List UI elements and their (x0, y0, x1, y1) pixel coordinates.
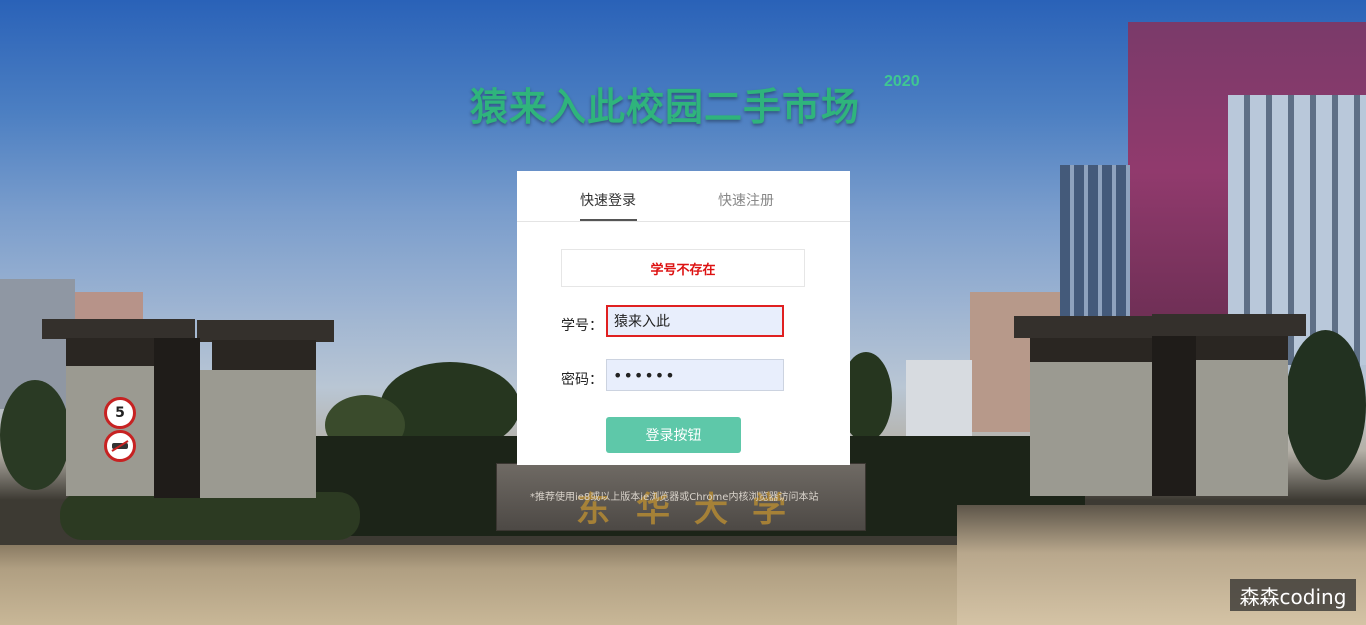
gate-pillar (1196, 360, 1288, 496)
error-message-text: 学号不存在 (650, 262, 716, 278)
tree (0, 380, 70, 490)
tree (1285, 330, 1366, 480)
browser-hint: *推荐使用ie8或以上版本ie浏览器或Chrome内核浏览器访问本站 (530, 492, 819, 503)
password-input[interactable]: •••••• (606, 359, 784, 391)
gate-pillar (66, 366, 154, 496)
gate-pillar (200, 370, 316, 498)
gate-pillar-window (66, 338, 154, 366)
gate-pillar-roof (1014, 316, 1156, 338)
site-year: 2020 (884, 73, 920, 90)
shrub-row (60, 492, 360, 540)
student-id-label: 学号： (561, 318, 603, 334)
watermark-text: 森森coding (1239, 584, 1347, 609)
gate-pillar-roof (1152, 314, 1306, 336)
tab-quick-register[interactable]: 快速注册 (718, 190, 774, 210)
gate-pillar-roof (197, 320, 334, 342)
error-message: 学号不存在 (561, 249, 805, 287)
no-entry-sign-icon (104, 430, 136, 462)
password-mask: •••••• (613, 365, 676, 385)
speed-limit-sign-icon: 5 (104, 397, 136, 429)
watermark: 森森coding (1230, 579, 1356, 611)
building-far-white (906, 360, 972, 440)
gate-pillar-window (1196, 336, 1288, 360)
gate-pillar (1030, 362, 1152, 496)
gate-pillar-window (212, 340, 316, 370)
gate-pillar-gap (154, 338, 200, 498)
gate-pillar-window (1030, 338, 1152, 362)
gate-pillar-gap (1152, 336, 1196, 496)
gate-pillar-roof (42, 319, 195, 339)
password-label: 密码： (561, 372, 603, 388)
building-blue (1060, 165, 1130, 320)
login-button[interactable]: 登录按钮 (606, 417, 741, 453)
auth-tabs: 快速登录 快速注册 (517, 171, 850, 222)
tab-quick-login[interactable]: 快速登录 (580, 190, 636, 210)
student-id-input[interactable] (606, 305, 784, 337)
site-title: 猿来入此校园二手市场 (470, 85, 861, 129)
active-tab-indicator (580, 219, 637, 221)
login-panel: 快速登录 快速注册 学号不存在 学号： 密码： •••••• 登录按钮 (517, 171, 850, 465)
